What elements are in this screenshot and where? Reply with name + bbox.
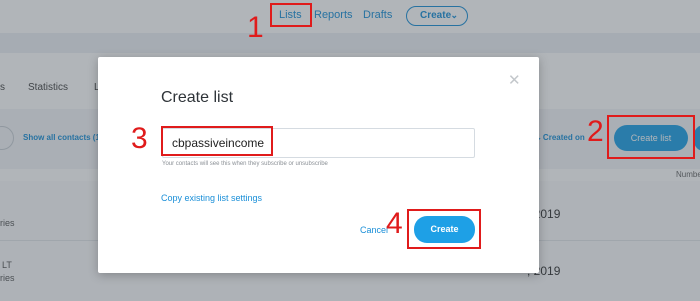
annotation-number-4: 4 <box>386 207 403 240</box>
list-name-hint: Your contacts will see this when they su… <box>162 161 328 167</box>
annotation-number-2: 2 <box>587 115 604 148</box>
modal-title: Create list <box>161 89 234 106</box>
annotation-number-1: 1 <box>247 11 264 44</box>
copy-list-settings-link[interactable]: Copy existing list settings <box>161 193 262 203</box>
annotation-box-create <box>407 209 481 249</box>
annotation-box-input <box>161 126 273 156</box>
close-icon[interactable]: ✕ <box>508 71 521 89</box>
annotation-box-lists <box>270 3 312 27</box>
annotation-box-create-list <box>607 115 695 159</box>
cancel-button[interactable]: Cancel <box>360 225 388 235</box>
annotation-number-3: 3 <box>131 122 148 155</box>
